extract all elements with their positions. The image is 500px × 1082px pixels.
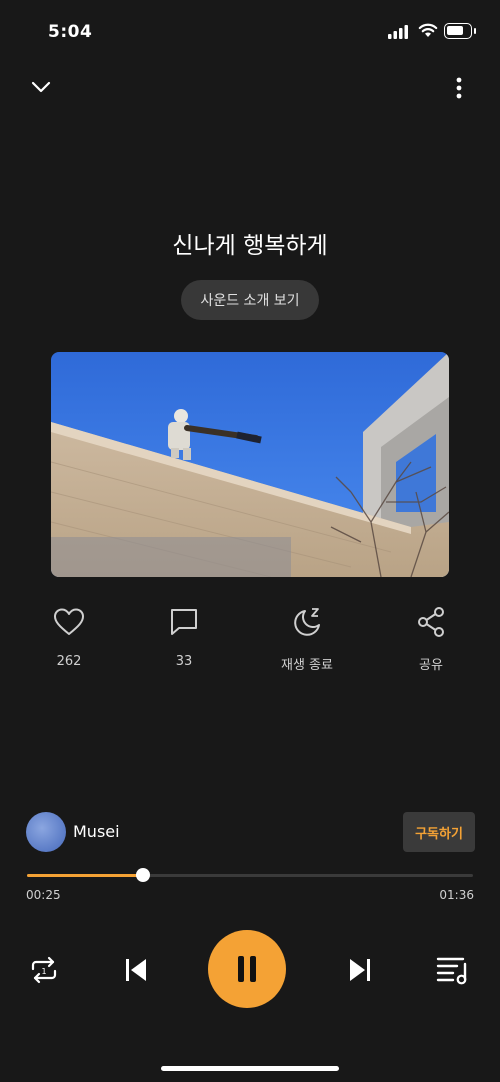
subscribe-button[interactable]: 구독하기 xyxy=(403,812,475,852)
home-indicator[interactable] xyxy=(161,1066,339,1071)
chevron-down-icon xyxy=(31,81,51,93)
collapse-button[interactable] xyxy=(28,76,54,98)
like-button[interactable]: 262 xyxy=(24,604,114,669)
playlist-button[interactable] xyxy=(432,950,474,990)
share-icon xyxy=(418,607,444,637)
comment-icon xyxy=(171,609,197,635)
battery-tip xyxy=(474,28,476,34)
share-label: 공유 xyxy=(419,658,443,673)
pause-button[interactable] xyxy=(208,930,286,1008)
status-time: 5:04 xyxy=(48,22,93,42)
wifi-icon xyxy=(418,23,438,37)
repeat-button[interactable]: 1 xyxy=(24,950,64,990)
more-options-button[interactable] xyxy=(450,76,468,102)
skip-previous-icon xyxy=(126,959,146,981)
comment-count: 33 xyxy=(175,654,193,669)
channel-name[interactable]: Musei xyxy=(73,822,120,841)
next-button[interactable] xyxy=(340,950,380,990)
share-button[interactable]: 공유 xyxy=(386,604,476,673)
cell-signal-icon xyxy=(388,25,408,39)
previous-button[interactable] xyxy=(116,950,156,990)
total-time: 01:36 xyxy=(439,888,474,902)
more-vertical-icon xyxy=(456,77,462,99)
progress-thumb[interactable] xyxy=(135,868,150,882)
battery-icon xyxy=(444,23,472,39)
track-title: 신나게 행복하게 xyxy=(172,233,328,259)
current-time: 00:25 xyxy=(26,888,61,902)
sound-intro-button[interactable]: 사운드 소개 보기 xyxy=(181,280,319,320)
sleep-timer-label: 재생 종료 xyxy=(281,658,333,673)
moon-sleep-icon xyxy=(294,608,320,636)
progress-played xyxy=(27,874,143,877)
comment-button[interactable]: 33 xyxy=(139,604,229,669)
sleep-timer-button[interactable]: 재생 종료 xyxy=(262,604,352,673)
cover-image xyxy=(51,352,449,577)
repeat-one-icon: 1 xyxy=(31,956,57,984)
channel-avatar[interactable] xyxy=(26,812,66,852)
pause-icon xyxy=(238,956,256,982)
skip-next-icon xyxy=(350,959,370,981)
like-count: 262 xyxy=(56,654,82,669)
svg-text:1: 1 xyxy=(41,967,46,976)
heart-icon xyxy=(54,608,84,635)
progress-bar[interactable] xyxy=(27,874,473,877)
playlist-icon xyxy=(436,957,467,985)
